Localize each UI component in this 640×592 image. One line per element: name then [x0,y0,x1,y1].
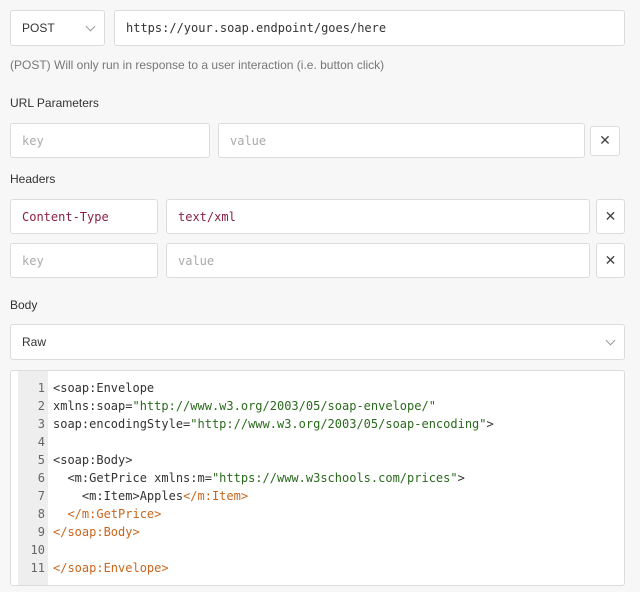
header-key-input[interactable]: key [10,243,158,278]
body-mode-select[interactable]: Raw [10,324,625,360]
line-number: 7 [37,489,45,503]
code-line: <m:Item>Apples</m:Item> [53,487,248,505]
headers-title: Headers [10,172,56,186]
code-token: soap:encodingStyle= [53,417,191,431]
line-number: 5 [37,453,45,467]
code-token: </m:GetPrice> [53,507,162,521]
body-mode-value: Raw [22,335,47,349]
code-token: > [486,417,494,431]
code-token: "http://www.w3.org/2003/05/soap-encoding… [190,417,487,431]
line-number: 3 [37,417,45,431]
url-input-value: https://your.soap.endpoint/goes/here [126,21,387,35]
line-number: 4 [37,435,45,449]
code-token: <m:Item> [53,489,140,503]
code-token: <soap:Envelope [53,381,155,395]
url-param-value-input[interactable]: value [218,123,585,158]
header-value-placeholder: value [178,253,215,268]
code-token: Apples [139,489,184,503]
line-number: 1 [37,381,45,395]
header-remove-button[interactable]: ✕ [596,243,625,278]
url-param-value-placeholder: value [230,133,267,148]
header-key-value: Content-Type [22,209,109,224]
close-icon: ✕ [604,252,617,269]
code-line: </soap:Envelope> [53,559,169,577]
code-token: <soap:Body> [53,453,133,467]
header-value-input[interactable]: text/xml [166,199,590,234]
url-param-remove-button[interactable]: ✕ [590,126,620,156]
code-line: <m:GetPrice xmlns:m="https://www.w3schoo… [53,469,465,487]
url-input[interactable]: https://your.soap.endpoint/goes/here [114,10,625,46]
body-title: Body [10,298,38,312]
code-token: "https://www.w3schools.com/prices" [211,471,458,485]
chevron-down-icon [85,21,96,31]
header-value-input[interactable]: value [166,243,590,278]
close-icon: ✕ [599,133,611,149]
url-params-title: URL Parameters [10,96,99,110]
line-number: 2 [37,399,45,413]
close-icon: ✕ [604,208,617,225]
header-key-input[interactable]: Content-Type [10,199,158,234]
code-editor[interactable]: 1 <soap:Envelope 2 xmlns:soap="http://www.w… [10,370,625,586]
line-number: 9 [37,525,45,539]
code-token: > [457,471,465,485]
method-select[interactable]: POST [10,10,105,46]
code-line: <soap:Envelope [53,379,154,397]
code-token: "http://www.w3.org/2003/05/soap-envelope… [132,399,436,413]
code-token: <m:GetPrice xmlns:m= [53,471,212,485]
code-line: </m:GetPrice> [53,505,161,523]
line-number: 10 [30,543,45,557]
method-select-value: POST [22,21,55,35]
line-number: 6 [37,471,45,485]
line-number: 8 [37,507,45,521]
code-token: </m:Item> [183,489,249,503]
code-line: </soap:Body> [53,523,140,541]
code-line: <soap:Body> [53,451,132,469]
code-line: soap:encodingStyle="http://www.w3.org/20… [53,415,494,433]
code-token: </soap:Body> [53,525,140,539]
header-value-value: text/xml [178,209,236,224]
url-param-key-placeholder: key [22,133,44,148]
header-key-placeholder: key [22,253,44,268]
method-note: (POST) Will only run in response to a us… [10,58,385,72]
line-number: 11 [30,561,45,575]
code-token: </soap:Envelope> [53,561,169,575]
code-line: xmlns:soap="http://www.w3.org/2003/05/so… [53,397,436,415]
code-token: xmlns:soap= [53,399,133,413]
url-param-key-input[interactable]: key [10,123,210,158]
chevron-down-icon [605,335,616,345]
header-remove-button[interactable]: ✕ [596,199,625,234]
